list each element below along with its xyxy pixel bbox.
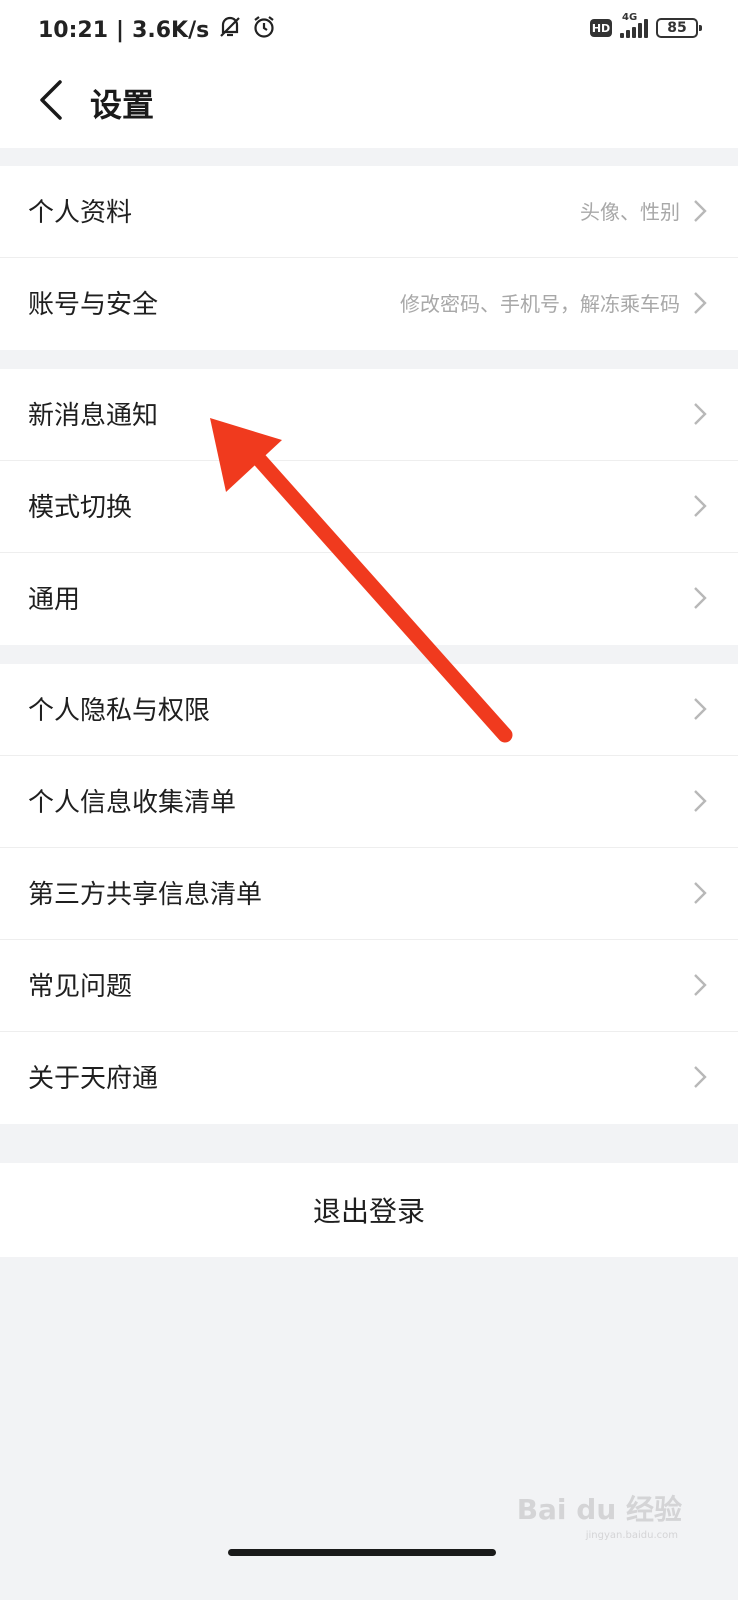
row-new-message-notification[interactable]: 新消息通知 <box>0 369 738 461</box>
row-third-party-sharing-list[interactable]: 第三方共享信息清单 <box>0 848 738 940</box>
signal-icon: 4G <box>620 12 648 38</box>
settings-group-account: 个人资料 头像、性别 账号与安全 修改密码、手机号，解冻乘车码 <box>0 166 738 350</box>
network-speed: 3.6K/s <box>132 17 210 43</box>
row-mode-switch[interactable]: 模式切换 <box>0 461 738 553</box>
settings-group-privacy: 个人隐私与权限 个人信息收集清单 第三方共享信息清单 常见问题 关于天府通 <box>0 664 738 1124</box>
back-button[interactable] <box>32 78 76 122</box>
row-label: 个人资料 <box>28 198 133 228</box>
chevron-right-icon <box>694 974 707 996</box>
chevron-left-icon <box>40 80 62 120</box>
row-label: 第三方共享信息清单 <box>28 880 263 910</box>
row-subtitle: 修改密码、手机号，解冻乘车码 <box>400 292 680 316</box>
row-subtitle: 头像、性别 <box>580 200 680 224</box>
row-account-security[interactable]: 账号与安全 修改密码、手机号，解冻乘车码 <box>0 258 738 350</box>
status-bar: 10:21 | 3.6K/s HD 4G 85 <box>0 0 738 64</box>
row-label: 账号与安全 <box>28 290 159 320</box>
row-faq[interactable]: 常见问题 <box>0 940 738 1032</box>
watermark-url: jingyan.baidu.com <box>585 1530 678 1541</box>
row-label: 关于天府通 <box>28 1064 159 1094</box>
chevron-right-icon <box>694 403 707 425</box>
chevron-right-icon <box>694 587 707 609</box>
settings-group-general: 新消息通知 模式切换 通用 <box>0 369 738 645</box>
row-label: 新消息通知 <box>28 401 159 431</box>
alarm-clock-icon <box>251 14 277 46</box>
home-indicator[interactable] <box>228 1549 496 1556</box>
watermark-logo: Bai du 经验 <box>516 1493 682 1526</box>
bell-off-icon <box>217 14 243 46</box>
logout-label: 退出登录 <box>312 1195 425 1228</box>
page-header: 设置 <box>0 64 738 148</box>
status-divider: | <box>116 17 125 43</box>
chevron-right-icon <box>694 698 707 720</box>
row-general[interactable]: 通用 <box>0 553 738 645</box>
row-privacy-permissions[interactable]: 个人隐私与权限 <box>0 664 738 756</box>
chevron-right-icon <box>694 495 707 517</box>
chevron-right-icon <box>694 292 707 314</box>
row-label: 个人隐私与权限 <box>28 696 211 726</box>
row-label: 常见问题 <box>28 972 133 1002</box>
hd-badge: HD <box>590 19 612 37</box>
chevron-right-icon <box>694 790 707 812</box>
row-personal-info-collection-list[interactable]: 个人信息收集清单 <box>0 756 738 848</box>
status-time: 10:21 <box>38 17 109 43</box>
logout-button[interactable]: 退出登录 <box>0 1163 738 1257</box>
row-label: 模式切换 <box>28 493 133 523</box>
row-label: 通用 <box>28 585 81 615</box>
row-about[interactable]: 关于天府通 <box>0 1032 738 1124</box>
chevron-right-icon <box>694 200 707 222</box>
row-personal-profile[interactable]: 个人资料 头像、性别 <box>0 166 738 258</box>
battery-level: 85 <box>667 20 687 36</box>
network-type: 4G <box>622 12 638 23</box>
chevron-right-icon <box>694 1066 707 1088</box>
chevron-right-icon <box>694 882 707 904</box>
row-label: 个人信息收集清单 <box>28 788 237 818</box>
battery-icon: 85 <box>656 18 702 38</box>
page-title: 设置 <box>90 86 155 124</box>
